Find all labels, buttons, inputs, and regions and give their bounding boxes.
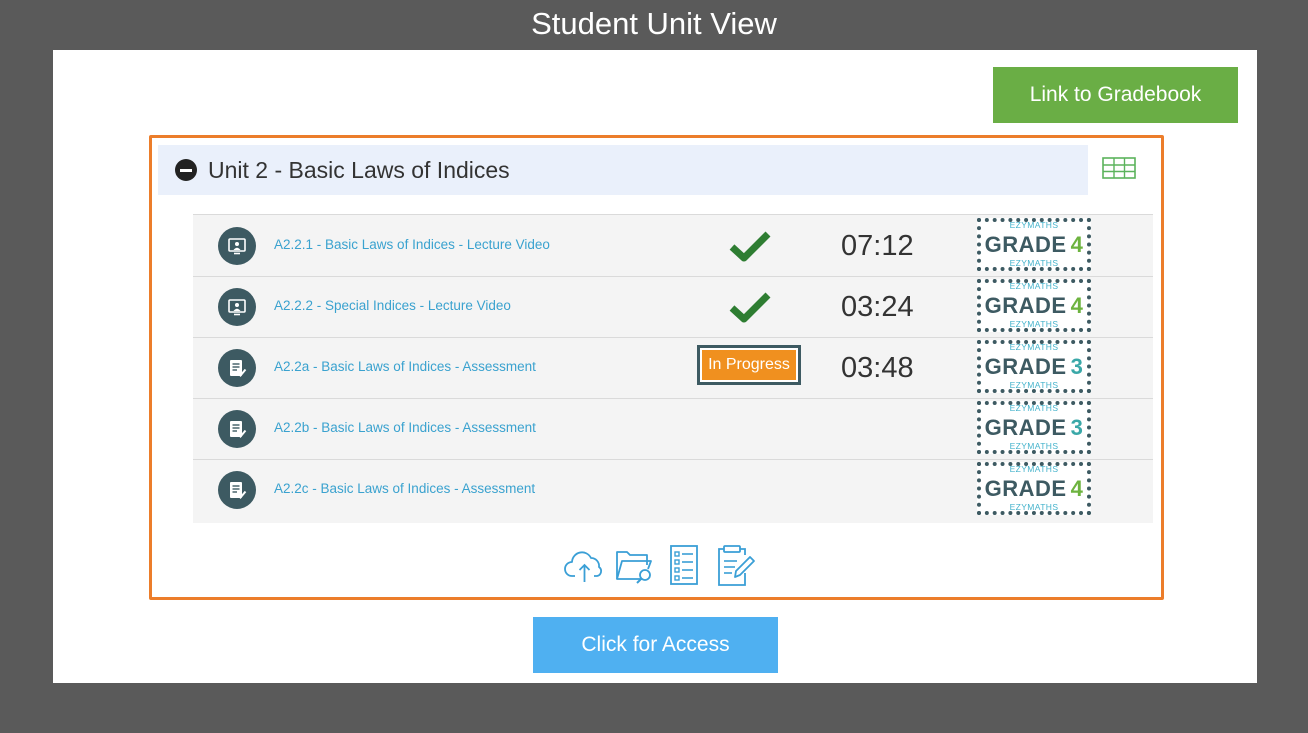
list-item: A2.2.1 - Basic Laws of Indices - Lecture… (193, 215, 1153, 277)
item-link[interactable]: A2.2.1 - Basic Laws of Indices - Lecture… (274, 237, 550, 252)
unit-tools (563, 543, 763, 589)
item-link[interactable]: A2.2a - Basic Laws of Indices - Assessme… (274, 359, 536, 374)
cloud-upload-icon[interactable] (563, 543, 607, 587)
grade-label: GRADE (984, 415, 1067, 440)
video-lecture-icon (218, 288, 256, 326)
check-icon (729, 291, 771, 328)
main-panel: Link to Gradebook Unit 2 - Basic Laws of… (53, 50, 1257, 683)
grade-label: GRADE (984, 476, 1067, 501)
unit-card: Unit 2 - Basic Laws of Indices A2.2.1 - … (149, 135, 1164, 600)
grade-number: 4 (1070, 232, 1084, 257)
grade-brand: EZYMATHS (1009, 403, 1059, 413)
grade-brand: EZYMATHS (1009, 502, 1059, 512)
grade-number: 4 (1070, 476, 1084, 501)
time-spent: 03:48 (841, 352, 914, 384)
assessment-icon (218, 410, 256, 448)
grade-label: GRADE (984, 232, 1067, 257)
grade-brand: EZYMATHS (1009, 281, 1059, 291)
checklist-icon[interactable] (663, 543, 707, 587)
grade-badge: EZYMATHS GRADE 3 EZYMATHS (977, 340, 1091, 393)
item-link[interactable]: A2.2c - Basic Laws of Indices - Assessme… (274, 481, 535, 496)
assessment-icon (218, 471, 256, 509)
grade-number: 3 (1070, 354, 1084, 379)
grade-brand: EZYMATHS (1009, 464, 1059, 474)
check-icon (729, 230, 771, 267)
click-for-access-button[interactable]: Click for Access (533, 617, 778, 673)
grade-brand: EZYMATHS (1009, 380, 1059, 390)
status-text: In Progress (702, 350, 796, 380)
assessment-icon (218, 349, 256, 387)
folder-search-icon[interactable] (613, 543, 657, 587)
item-link[interactable]: A2.2b - Basic Laws of Indices - Assessme… (274, 420, 536, 435)
list-item: A2.2b - Basic Laws of Indices - Assessme… (193, 398, 1153, 460)
video-lecture-icon (218, 227, 256, 265)
grade-label: GRADE (984, 293, 1067, 318)
time-spent: 03:24 (841, 291, 914, 323)
grade-badge: EZYMATHS GRADE 4 EZYMATHS (977, 279, 1091, 332)
grade-label: GRADE (984, 354, 1067, 379)
item-link[interactable]: A2.2.2 - Special Indices - Lecture Video (274, 298, 511, 313)
time-spent: 07:12 (841, 230, 914, 262)
unit-title: Unit 2 - Basic Laws of Indices (208, 156, 510, 183)
grade-number: 3 (1070, 415, 1084, 440)
grade-brand: EZYMATHS (1009, 258, 1059, 268)
grade-brand: EZYMATHS (1009, 220, 1059, 230)
list-item: A2.2c - Basic Laws of Indices - Assessme… (193, 459, 1153, 520)
page-title: Student Unit View (531, 6, 777, 41)
grid-view-icon[interactable] (1102, 157, 1136, 184)
grade-number: 4 (1070, 293, 1084, 318)
in-progress-badge: In Progress (697, 345, 801, 385)
list-item: A2.2a - Basic Laws of Indices - Assessme… (193, 337, 1153, 399)
grade-brand: EZYMATHS (1009, 342, 1059, 352)
grade-badge: EZYMATHS GRADE 3 EZYMATHS (977, 401, 1091, 454)
grade-brand: EZYMATHS (1009, 441, 1059, 451)
grade-badge: EZYMATHS GRADE 4 EZYMATHS (977, 218, 1091, 271)
list-item: A2.2.2 - Special Indices - Lecture Video… (193, 276, 1153, 338)
unit-items-list: A2.2.1 - Basic Laws of Indices - Lecture… (193, 214, 1153, 523)
unit-header[interactable]: Unit 2 - Basic Laws of Indices (158, 145, 1088, 195)
collapse-minus-icon[interactable] (175, 159, 197, 181)
grade-badge: EZYMATHS GRADE 4 EZYMATHS (977, 462, 1091, 515)
link-to-gradebook-button[interactable]: Link to Gradebook (993, 67, 1238, 123)
clipboard-edit-icon[interactable] (713, 543, 757, 587)
grade-brand: EZYMATHS (1009, 319, 1059, 329)
